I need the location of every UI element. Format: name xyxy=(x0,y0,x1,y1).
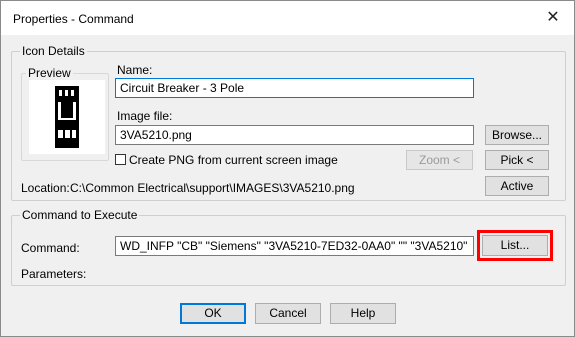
zoom-button[interactable]: Zoom < xyxy=(406,150,473,170)
location-label: Location: xyxy=(21,181,70,195)
name-label: Name: xyxy=(117,63,153,77)
browse-button[interactable]: Browse... xyxy=(485,125,549,145)
parameters-label: Parameters: xyxy=(21,267,87,281)
create-png-checkbox[interactable] xyxy=(115,154,126,165)
pick-button[interactable]: Pick < xyxy=(485,150,549,170)
list-button-highlight xyxy=(477,230,553,261)
command-field[interactable]: WD_INFP "CB" "Siemens" "3VA5210-7ED32-0A… xyxy=(115,236,474,256)
icon-details-legend: Icon Details xyxy=(20,44,87,58)
title-bar: Properties - Command ✕ xyxy=(1,1,574,35)
name-field[interactable]: Circuit Breaker - 3 Pole xyxy=(115,78,474,98)
create-png-label: Create PNG from current screen image xyxy=(129,153,338,167)
circuit-breaker-icon xyxy=(55,86,79,148)
preview-legend: Preview xyxy=(26,66,73,80)
active-button[interactable]: Active xyxy=(485,176,549,196)
image-file-field[interactable]: 3VA5210.png xyxy=(115,125,474,145)
help-button[interactable]: Help xyxy=(330,303,396,324)
window-title: Properties - Command xyxy=(13,12,134,26)
close-icon[interactable]: ✕ xyxy=(542,7,564,29)
command-label: Command: xyxy=(21,241,80,255)
location-value: C:\Common Electrical\support\IMAGES\3VA5… xyxy=(70,181,355,195)
cancel-button[interactable]: Cancel xyxy=(255,303,321,324)
command-to-execute-legend: Command to Execute xyxy=(20,208,140,222)
ok-button[interactable]: OK xyxy=(180,303,246,324)
properties-command-dialog: Properties - Command ✕ Icon Details Prev… xyxy=(0,0,575,337)
image-file-label: Image file: xyxy=(117,109,173,123)
preview-image xyxy=(29,80,105,154)
